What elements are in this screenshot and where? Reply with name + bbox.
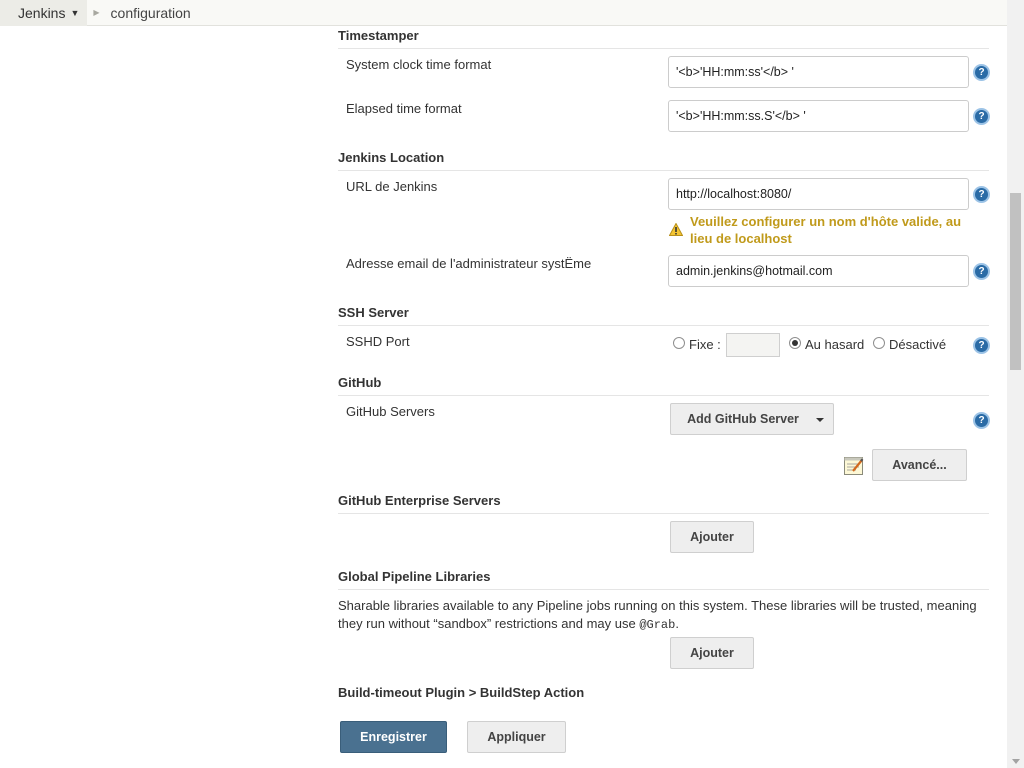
section-title-github: GitHub — [338, 375, 989, 396]
section-title-build-timeout: Build-timeout Plugin > BuildStep Action — [338, 685, 585, 700]
breadcrumb-jenkins[interactable]: Jenkins ▼ — [0, 0, 88, 26]
radio-fixed[interactable] — [673, 337, 685, 349]
section-title-ssh-server: SSH Server — [338, 305, 989, 326]
save-button[interactable]: Enregistrer — [340, 721, 447, 753]
section-title-jenkins-location: Jenkins Location — [338, 150, 989, 171]
caret-down-icon — [816, 418, 824, 422]
sshd-port-label: SSHD Port — [346, 334, 410, 349]
breadcrumb-configuration[interactable]: configuration — [111, 5, 191, 21]
section-title-pipeline-libraries: Global Pipeline Libraries — [338, 569, 989, 590]
grab-code: @Grab — [639, 618, 676, 632]
add-github-server-button[interactable]: Add GitHub Server — [670, 403, 834, 435]
system-clock-format-input[interactable]: '<b>'HH:mm:ss'</b> ' — [668, 56, 969, 88]
pipeline-description-end: . — [675, 616, 679, 631]
add-enterprise-server-button[interactable]: Ajouter — [670, 521, 754, 553]
section-title-github-enterprise: GitHub Enterprise Servers — [338, 493, 989, 514]
admin-email-label: Adresse email de l'administrateur systËm… — [346, 256, 592, 271]
help-icon[interactable]: ? — [973, 337, 990, 354]
radio-random[interactable] — [789, 337, 801, 349]
radio-random-label: Au hasard — [805, 337, 865, 352]
help-icon[interactable]: ? — [973, 108, 990, 125]
add-pipeline-library-button[interactable]: Ajouter — [670, 637, 754, 669]
help-icon[interactable]: ? — [973, 186, 990, 203]
advanced-button[interactable]: Avancé... — [872, 449, 967, 481]
help-icon[interactable]: ? — [973, 412, 990, 429]
scrollbar-thumb[interactable] — [1010, 193, 1021, 370]
vertical-scrollbar[interactable] — [1007, 0, 1024, 768]
add-github-server-label: Add GitHub Server — [687, 412, 799, 426]
chevron-right-icon: ▶ — [93, 8, 100, 17]
pipeline-libraries-description: Sharable libraries available to any Pipe… — [338, 597, 993, 634]
sshd-fixed-port-input[interactable] — [726, 333, 780, 357]
breadcrumb: Jenkins ▼ ▶ configuration — [0, 0, 1007, 26]
jenkins-url-input[interactable]: http://localhost:8080/ — [668, 178, 969, 210]
notepad-icon[interactable] — [843, 454, 865, 476]
scroll-down-arrow-icon[interactable] — [1012, 759, 1020, 764]
url-warning: Veuillez configurer un nom d'hôte valide… — [668, 213, 978, 247]
help-icon[interactable]: ? — [973, 64, 990, 81]
section-title-timestamper: Timestamper — [338, 28, 989, 49]
radio-fixed-label: Fixe : — [689, 337, 721, 352]
elapsed-time-label: Elapsed time format — [346, 101, 462, 116]
help-icon[interactable]: ? — [973, 263, 990, 280]
jenkins-url-label: URL de Jenkins — [346, 179, 438, 194]
radio-disabled[interactable] — [873, 337, 885, 349]
github-servers-label: GitHub Servers — [346, 404, 435, 419]
admin-email-input[interactable]: admin.jenkins@hotmail.com — [668, 255, 969, 287]
apply-button[interactable]: Appliquer — [467, 721, 566, 753]
system-clock-label: System clock time format — [346, 57, 492, 72]
breadcrumb-jenkins-label: Jenkins — [18, 4, 66, 21]
elapsed-time-format-input[interactable]: '<b>'HH:mm:ss.S'</b> ' — [668, 100, 969, 132]
radio-disabled-label: Désactivé — [889, 337, 947, 352]
url-warning-text: Veuillez configurer un nom d'hôte valide… — [690, 214, 962, 246]
warning-icon — [668, 222, 684, 236]
caret-down-icon[interactable]: ▼ — [70, 8, 79, 18]
